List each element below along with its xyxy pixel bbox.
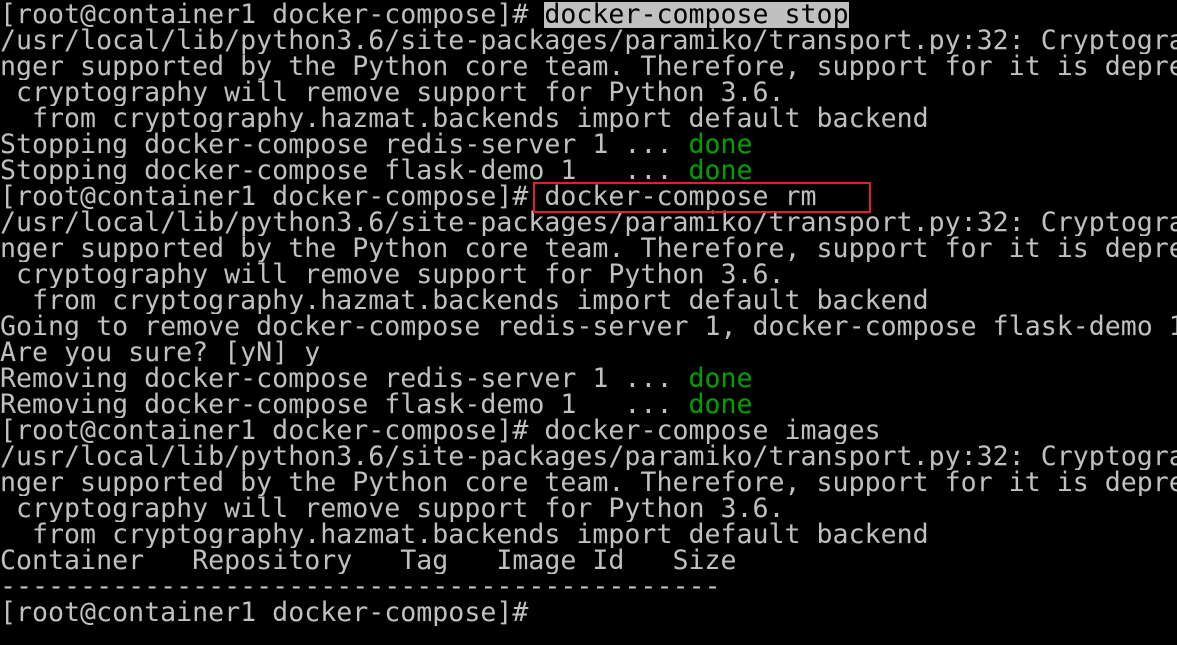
selected-command-text[interactable]: docker-compose stop <box>544 2 849 28</box>
images-table-separator: ----------------------------------------… <box>0 574 721 600</box>
status-done: done <box>688 158 753 184</box>
terminal-line-removing: Removing docker-compose_redis-server_1 .… <box>0 366 1177 392</box>
terminal-line-images-command: [root@container1 docker-compose]# docker… <box>0 418 1177 444</box>
terminal-line-warning: nger supported by the Python core team. … <box>0 470 1177 496</box>
command-text: docker-compose images <box>544 418 881 444</box>
terminal-line-warning: /usr/local/lib/python3.6/site-packages/p… <box>0 28 1177 54</box>
terminal-line-rm-command: [root@container1 docker-compose]# docker… <box>0 184 1177 210</box>
removing-text: Removing docker-compose_redis-server_1 .… <box>0 366 689 392</box>
terminal-line-warning: cryptography will remove support for Pyt… <box>0 80 785 106</box>
terminal-line-current-prompt[interactable]: [root@container1 docker-compose]# <box>0 600 1177 626</box>
terminal-line-stopping: Stopping docker-compose_redis-server_1 .… <box>0 132 1177 158</box>
terminal-window[interactable]: [root@container1 docker-compose]# docker… <box>0 0 1177 645</box>
terminal-line-removing: Removing docker-compose_flask-demo_1 ...… <box>0 392 1177 418</box>
status-done: done <box>688 132 753 158</box>
terminal-line-going-to-remove: Going to remove docker-compose_redis-ser… <box>0 314 1177 340</box>
terminal-line-warning: nger supported by the Python core team. … <box>0 236 1177 262</box>
stopping-text: Stopping docker-compose_flask-demo_1 ... <box>0 158 689 184</box>
terminal-line-warning: nger supported by the Python core team. … <box>0 54 1177 80</box>
shell-prompt: [root@container1 docker-compose]# <box>0 418 545 444</box>
command-text: docker-compose rm <box>544 184 817 210</box>
shell-prompt: [root@container1 docker-compose]# <box>0 2 545 28</box>
images-table-header: Container Repository Tag Image Id Size <box>0 548 737 574</box>
shell-prompt: [root@container1 docker-compose]# <box>0 184 545 210</box>
terminal-line-warning: from cryptography.hazmat.backends import… <box>0 522 929 548</box>
status-done: done <box>688 392 753 418</box>
terminal-line-warning: from cryptography.hazmat.backends import… <box>0 106 929 132</box>
shell-prompt: [root@container1 docker-compose]# <box>0 600 545 626</box>
terminal-line-warning: /usr/local/lib/python3.6/site-packages/p… <box>0 444 1177 470</box>
terminal-line-warning: cryptography will remove support for Pyt… <box>0 262 785 288</box>
terminal-line-stopping: Stopping docker-compose_flask-demo_1 ...… <box>0 158 1177 184</box>
terminal-line-warning: cryptography will remove support for Pyt… <box>0 496 785 522</box>
terminal-line-confirm: Are you sure? [yN] y <box>0 340 321 366</box>
removing-text: Removing docker-compose_flask-demo_1 ... <box>0 392 689 418</box>
stopping-text: Stopping docker-compose_redis-server_1 .… <box>0 132 689 158</box>
terminal-line-warning: /usr/local/lib/python3.6/site-packages/p… <box>0 210 1177 236</box>
terminal-line-stop-command: [root@container1 docker-compose]# docker… <box>0 2 1177 28</box>
terminal-line-warning: from cryptography.hazmat.backends import… <box>0 288 929 314</box>
status-done: done <box>688 366 753 392</box>
